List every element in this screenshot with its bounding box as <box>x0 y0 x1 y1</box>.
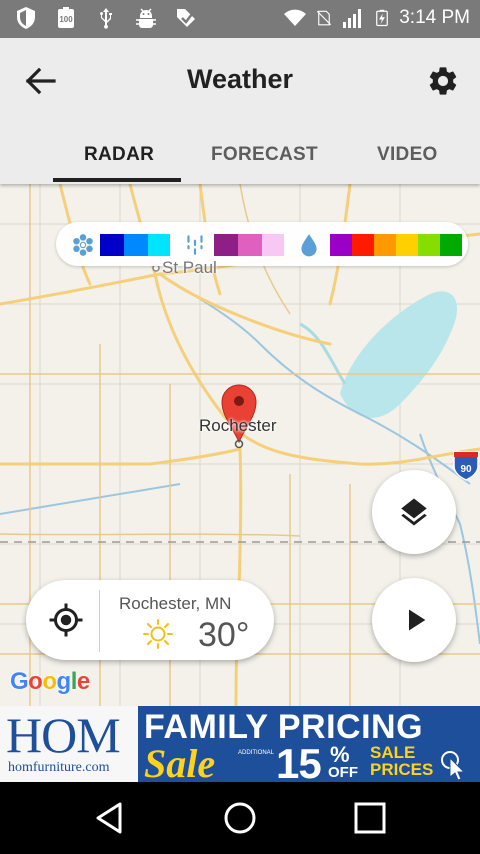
svg-text:100: 100 <box>59 15 73 24</box>
click-cursor-icon <box>441 751 466 781</box>
card-divider <box>99 590 100 652</box>
ad-percent: 15 <box>276 740 322 782</box>
my-location-icon[interactable] <box>48 602 84 638</box>
legend-swatch <box>396 234 418 256</box>
legend-swatch <box>374 234 396 256</box>
map-label-st-paul: St Paul <box>162 258 217 277</box>
google-letter: g <box>56 668 72 695</box>
usb-icon <box>100 8 112 29</box>
nav-back-icon[interactable] <box>90 798 130 838</box>
legend-swatch <box>262 234 284 256</box>
ad-brand-box: HOM homfurniture.com <box>0 706 138 782</box>
layers-icon <box>401 498 427 526</box>
location-temperature: 30° <box>198 616 250 654</box>
google-letter: G <box>10 668 29 695</box>
snowflake-icon <box>73 234 93 256</box>
tab-video[interactable]: VIDEO <box>377 144 438 166</box>
raindrop-icon <box>301 234 317 257</box>
google-letter: e <box>76 668 90 695</box>
system-nav-bar <box>0 782 480 854</box>
no-sim-icon <box>317 10 332 26</box>
android-debug-icon <box>136 8 156 28</box>
mixed-precip-icon <box>187 235 203 255</box>
ad-brand: HOM <box>6 707 121 763</box>
ad-sale-prices: SALE PRICES <box>370 743 434 779</box>
radar-map[interactable]: 90 St Paul Rochester Rochester, MN 30° G… <box>0 184 480 706</box>
signal-icon <box>343 9 362 28</box>
layers-button[interactable] <box>372 470 456 554</box>
google-letter: o <box>42 668 57 695</box>
battery-charging-icon <box>376 9 389 27</box>
google-letter: o <box>28 668 43 695</box>
nav-recents-icon[interactable] <box>350 798 390 838</box>
ad-sale: Sale <box>144 741 216 782</box>
legend-swatch <box>330 234 352 256</box>
battery-100-icon: 100 <box>58 7 74 28</box>
legend-swatch <box>214 234 238 256</box>
map-label-rochester: Rochester <box>199 416 277 435</box>
tab-forecast[interactable]: FORECAST <box>211 144 318 166</box>
ad-banner[interactable]: HOM homfurniture.com FAMILY PRICING Sale… <box>0 706 480 782</box>
legend-swatch <box>238 234 262 256</box>
legend-swatch <box>100 234 124 256</box>
lake-pepin <box>340 291 458 418</box>
legend-swatch <box>440 234 462 256</box>
wifi-icon <box>284 9 307 26</box>
ad-url: homfurniture.com <box>8 760 110 775</box>
status-bar: 100 3:14 PM <box>0 0 480 38</box>
location-card[interactable]: Rochester, MN 30° <box>26 580 274 660</box>
play-button[interactable] <box>372 578 456 662</box>
play-icon <box>409 609 426 631</box>
nav-home-icon[interactable] <box>220 798 260 838</box>
google-logo: Google <box>10 668 90 696</box>
legend-swatch <box>148 234 170 256</box>
location-city: Rochester, MN <box>119 594 232 613</box>
legend-swatch <box>418 234 440 256</box>
status-time: 3:14 PM <box>399 7 470 28</box>
gear-icon[interactable] <box>426 64 460 98</box>
app-bar: Weather RADAR FORECAST VIDEO <box>0 38 480 184</box>
page-title: Weather <box>186 64 294 94</box>
tab-radar[interactable]: RADAR <box>84 144 154 166</box>
ad-additional: ADDITIONAL <box>238 750 275 756</box>
download-check-icon <box>177 9 195 27</box>
ad-off: OFF <box>328 764 358 781</box>
svg-text:90: 90 <box>460 464 472 475</box>
legend-swatch <box>352 234 374 256</box>
radar-legend <box>56 222 468 266</box>
legend-swatch <box>124 234 148 256</box>
tab-indicator <box>53 178 181 182</box>
shield-icon <box>17 7 35 29</box>
sun-icon <box>143 619 173 649</box>
